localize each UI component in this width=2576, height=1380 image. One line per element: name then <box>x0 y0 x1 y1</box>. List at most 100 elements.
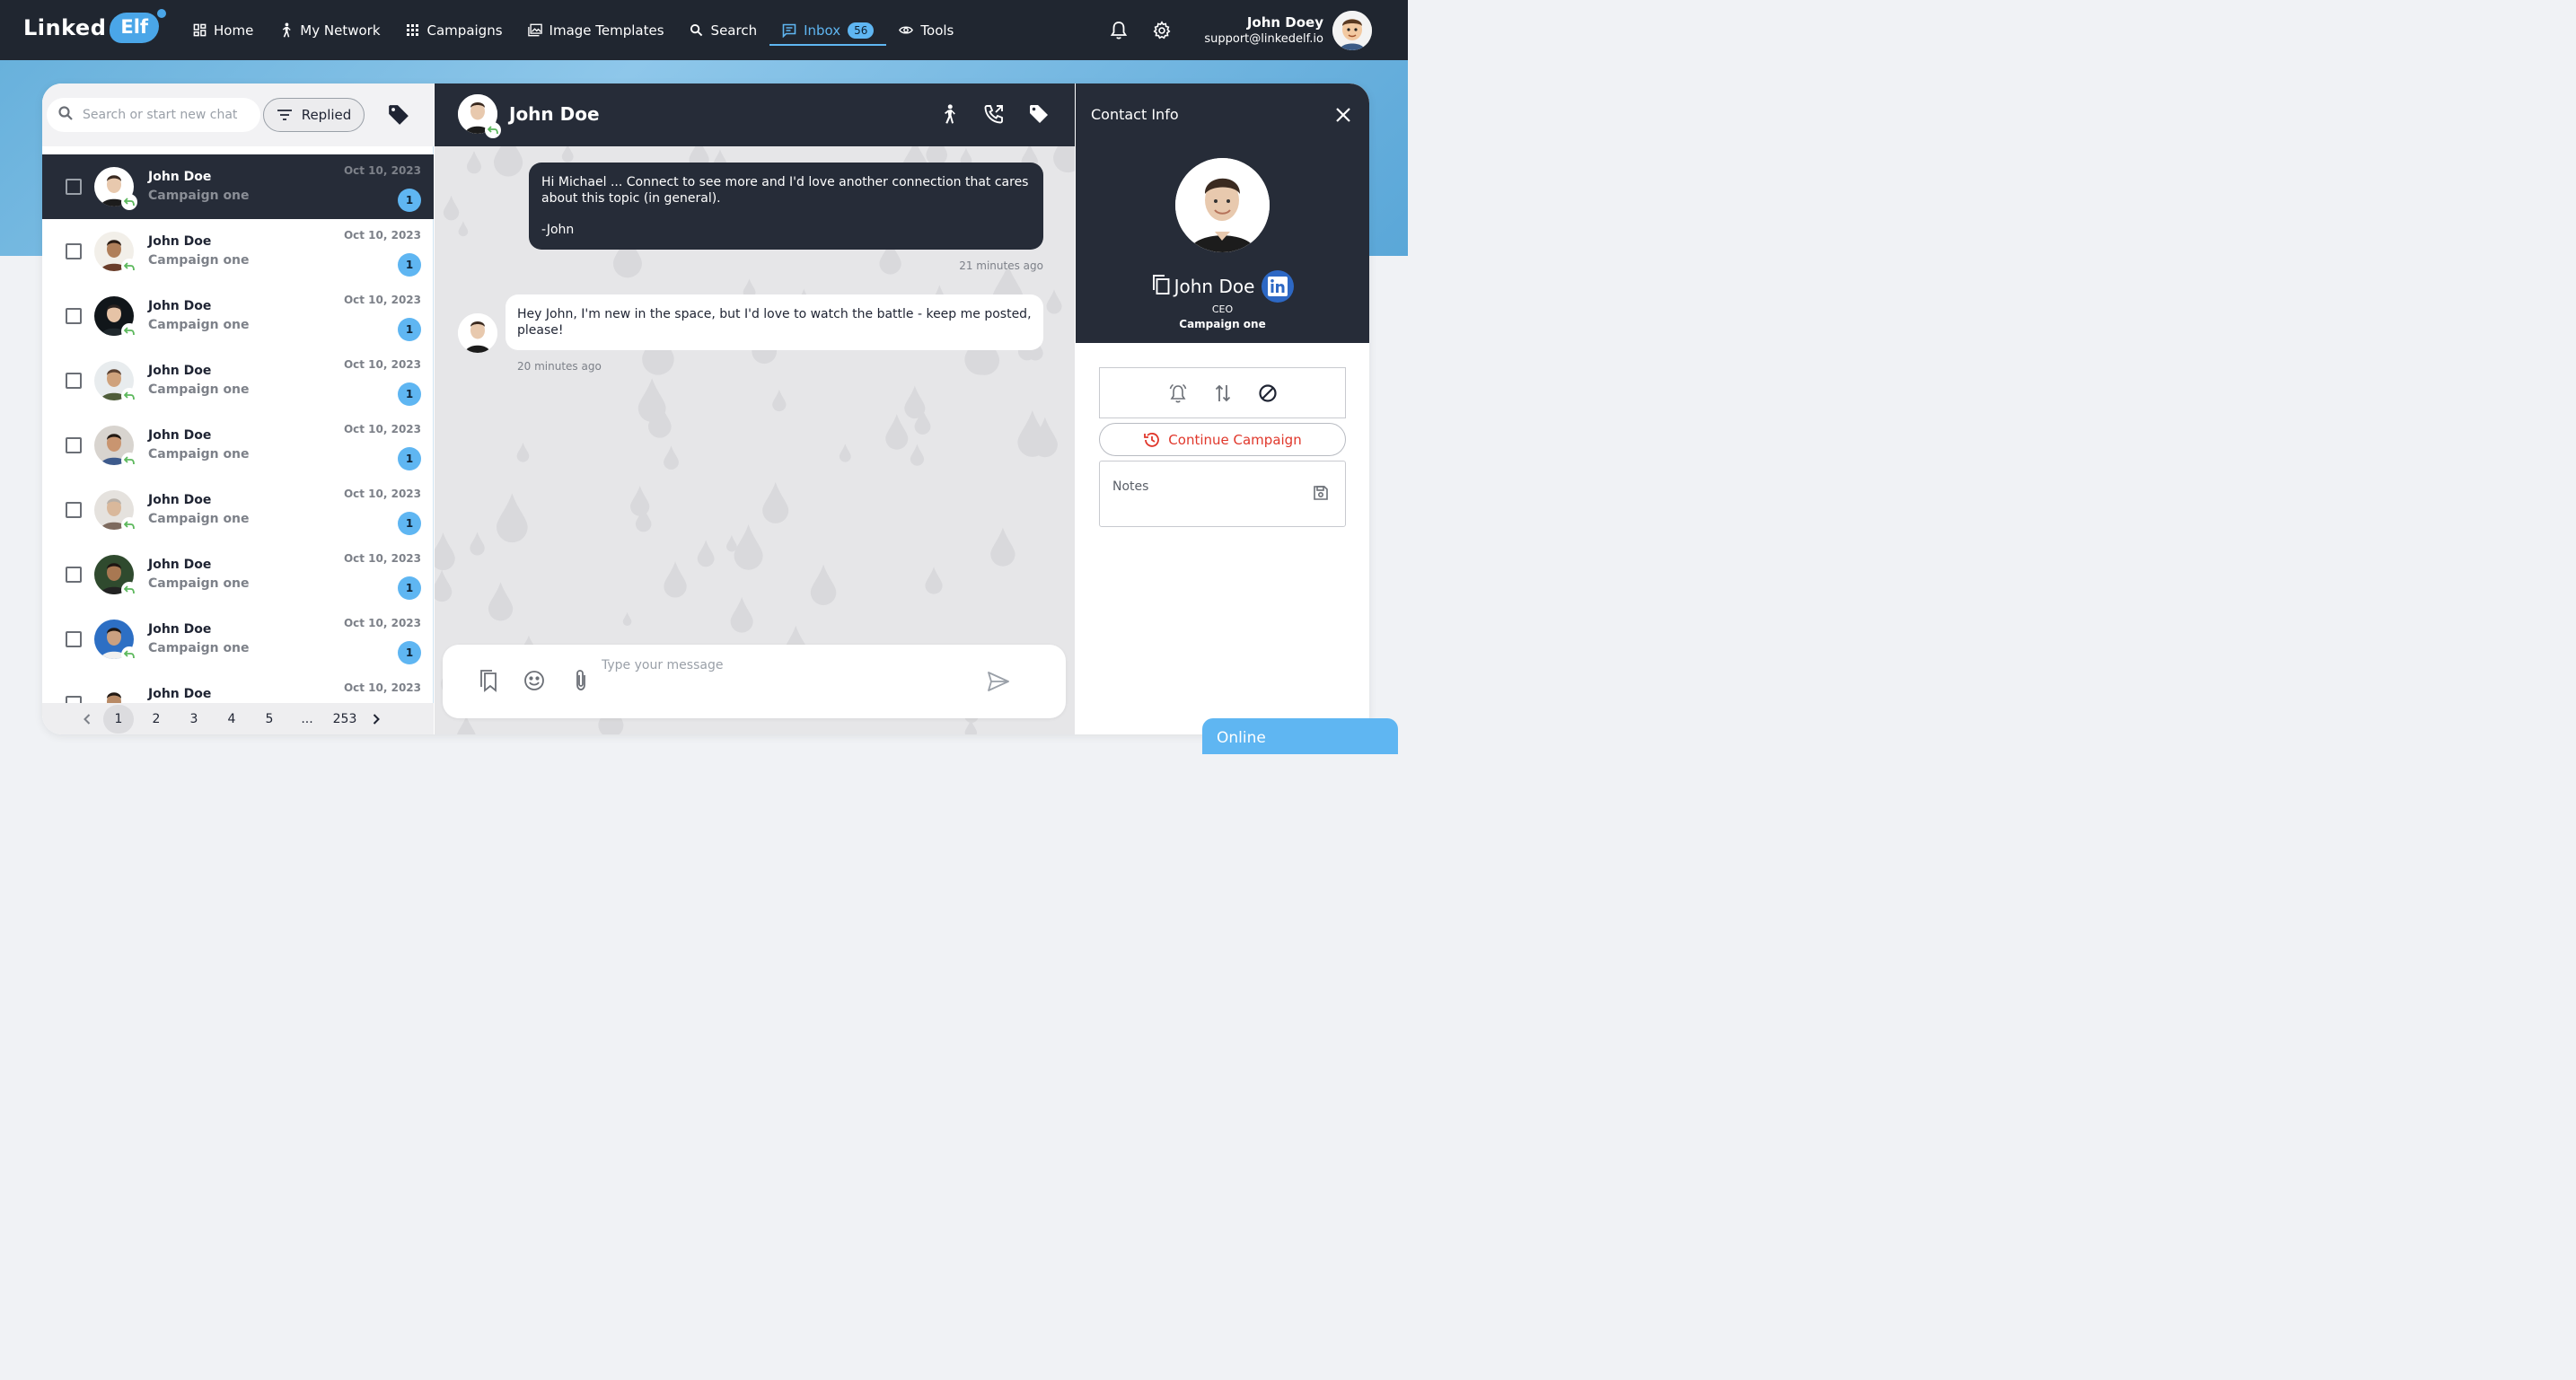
nav-image-templates-label: Image Templates <box>549 22 664 39</box>
chat-list-item[interactable]: John Doe Campaign one Oct 10, 2023 1 <box>42 478 434 542</box>
chat-campaign-name: Campaign one <box>148 641 250 655</box>
top-right-area: John Doey support@linkedelf.io <box>1107 0 1372 60</box>
page-number[interactable]: 5 <box>254 705 285 734</box>
contact-role: CEO <box>1211 303 1234 315</box>
chat-list-item[interactable]: John Doe Oct 10, 2023 <box>42 672 434 703</box>
chat-select-checkbox[interactable] <box>66 243 82 259</box>
nav-image-templates[interactable]: Image Templates <box>515 0 677 60</box>
prev-page-button[interactable] <box>78 705 96 734</box>
linkedin-icon[interactable] <box>1262 270 1295 303</box>
chat-select-checkbox[interactable] <box>66 696 82 703</box>
chat-list-item[interactable]: John Doe Campaign one Oct 10, 2023 1 <box>42 542 434 607</box>
logo-text-linked: Linked <box>23 15 107 40</box>
chat-select-checkbox[interactable] <box>66 308 82 324</box>
chat-select-checkbox[interactable] <box>66 179 82 195</box>
page-number[interactable]: 4 <box>216 705 247 734</box>
app-logo[interactable]: Linked Elf <box>23 9 166 43</box>
contact-avatar <box>1175 158 1270 252</box>
filter-replied-button[interactable]: Replied <box>263 98 365 132</box>
phone-forward-icon[interactable] <box>981 101 1007 127</box>
replied-icon <box>121 582 137 598</box>
chat-campaign-name: Campaign one <box>148 318 250 332</box>
message-incoming-avatar <box>458 313 497 353</box>
chat-list-item[interactable]: John Doe Campaign one Oct 10, 2023 1 <box>42 219 434 284</box>
chat-campaign-name: Campaign one <box>148 447 250 461</box>
notes-box <box>1099 461 1346 527</box>
chat-select-checkbox[interactable] <box>66 631 82 647</box>
message-incoming: Hey John, I'm new in the space, but I'd … <box>506 294 1043 350</box>
page-number[interactable]: ... <box>292 705 322 734</box>
page-number[interactable]: 253 <box>330 705 360 734</box>
chat-search-input[interactable] <box>83 108 244 122</box>
history-restart-icon <box>1144 432 1160 447</box>
contact-name: John Doe <box>1174 276 1255 297</box>
alarm-bell-icon[interactable] <box>1166 382 1190 405</box>
chat-contact-name: John Doe <box>148 299 212 313</box>
block-icon[interactable] <box>1256 382 1279 405</box>
chat-select-checkbox[interactable] <box>66 437 82 453</box>
notes-input[interactable] <box>1112 479 1301 515</box>
next-page-button[interactable] <box>367 705 385 734</box>
logo-text-elf: Elf <box>110 9 166 43</box>
chat-contact-name: John Doe <box>148 364 212 378</box>
notifications-bell-icon[interactable] <box>1107 19 1130 42</box>
contact-info-panel: Contact Info John Doe CEO Campaign one C… <box>1076 84 1369 734</box>
save-floppy-icon[interactable] <box>1313 485 1331 503</box>
nav-tools[interactable]: Tools <box>886 0 966 60</box>
chat-list-item[interactable]: John Doe Campaign one Oct 10, 2023 1 <box>42 413 434 478</box>
contact-campaign: Campaign one <box>1179 318 1266 330</box>
user-info[interactable]: John Doey support@linkedelf.io <box>1204 14 1323 46</box>
main-nav: Home My Network Campaigns Image Template… <box>180 0 966 60</box>
close-icon[interactable] <box>1333 105 1353 125</box>
person-walking-icon[interactable] <box>936 101 962 127</box>
chat-date: Oct 10, 2023 <box>343 552 421 565</box>
user-name: John Doey <box>1246 14 1323 31</box>
chat-date: Oct 10, 2023 <box>343 423 421 435</box>
continue-campaign-button[interactable]: Continue Campaign <box>1099 423 1346 456</box>
chat-select-checkbox[interactable] <box>66 502 82 518</box>
conversation-actions <box>917 101 1051 127</box>
attachment-paperclip-icon[interactable] <box>569 668 593 693</box>
chat-list-panel: Replied John Doe Campaign one Oct 10, 2023… <box>42 84 434 734</box>
dots-grid-icon <box>406 23 420 38</box>
chat-select-checkbox[interactable] <box>66 373 82 389</box>
nav-inbox[interactable]: Inbox 56 <box>769 0 887 60</box>
nav-campaigns[interactable]: Campaigns <box>393 0 515 60</box>
bookmarks-icon[interactable] <box>477 668 500 693</box>
tag-filter-icon[interactable] <box>387 103 410 127</box>
page-number[interactable]: 2 <box>141 705 171 734</box>
chat-campaign-name: Campaign one <box>148 512 250 526</box>
send-icon[interactable] <box>987 671 1010 694</box>
filter-replied-label: Replied <box>301 107 352 123</box>
replied-icon <box>485 122 501 138</box>
message-input[interactable] <box>602 655 961 675</box>
top-bar: Linked Elf Home My Network Campaigns Ima… <box>0 0 1408 60</box>
user-avatar[interactable] <box>1332 10 1372 50</box>
nav-home[interactable]: Home <box>180 0 266 60</box>
page-number[interactable]: 1 <box>103 704 134 734</box>
page-number[interactable]: 3 <box>179 705 209 734</box>
replied-icon <box>121 453 137 469</box>
nav-search[interactable]: Search <box>677 0 770 60</box>
chat-list-item[interactable]: John Doe Campaign one Oct 10, 2023 1 <box>42 284 434 348</box>
image-icon <box>527 23 542 38</box>
copy-icon[interactable] <box>1151 274 1171 299</box>
chat-select-checkbox[interactable] <box>66 567 82 583</box>
replied-icon <box>121 388 137 404</box>
message-outgoing-line: -John <box>541 223 575 237</box>
online-status-tab[interactable]: Online <box>1202 718 1398 754</box>
chat-list-item[interactable]: John Doe Campaign one Oct 10, 2023 1 <box>42 348 434 413</box>
tag-icon[interactable] <box>1026 101 1051 127</box>
grid-icon <box>192 23 207 38</box>
nav-my-network[interactable]: My Network <box>266 0 392 60</box>
chat-list-item[interactable]: John Doe Campaign one Oct 10, 2023 1 <box>42 607 434 672</box>
chat-list-item[interactable]: John Doe Campaign one Oct 10, 2023 1 <box>42 154 434 219</box>
swap-arrows-icon[interactable] <box>1211 382 1235 405</box>
chat-contact-name: John Doe <box>148 234 212 249</box>
emoji-icon[interactable] <box>523 668 546 693</box>
person-walking-icon <box>278 22 293 38</box>
settings-gear-icon[interactable] <box>1150 19 1174 42</box>
conversation-contact-name: John Doe <box>509 103 600 125</box>
nav-campaigns-label: Campaigns <box>426 22 503 39</box>
message-incoming-time: 20 minutes ago <box>517 360 602 373</box>
